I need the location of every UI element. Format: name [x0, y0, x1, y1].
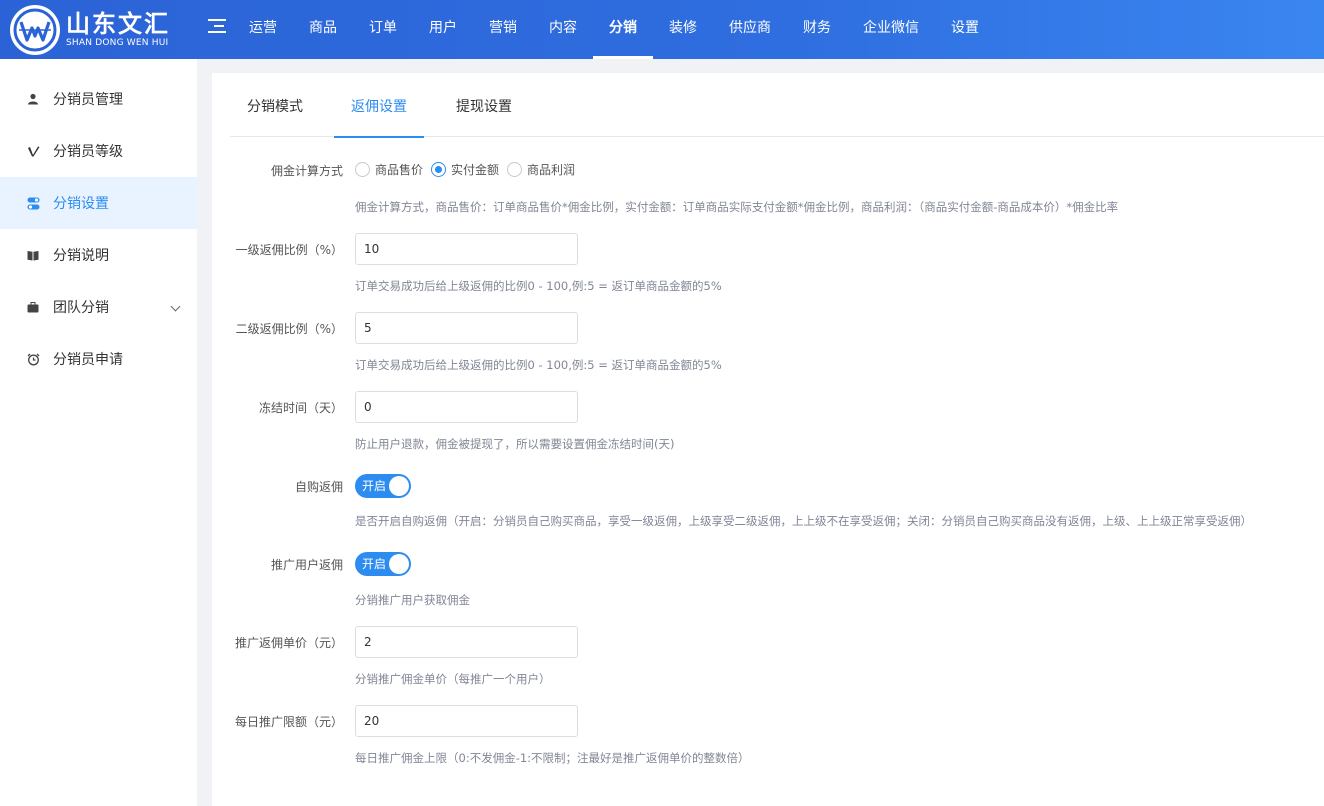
promote-price-hint: 分销推广佣金单价（每推广一个用户）: [355, 672, 551, 686]
level2-ratio-input[interactable]: [355, 312, 578, 344]
sidebar-item-label: 分销员等级: [53, 144, 123, 160]
freeze-days-input[interactable]: [355, 391, 578, 423]
tab-commission-settings[interactable]: 返佣设置: [334, 73, 424, 138]
self-purchase-hint: 是否开启自购返佣（开启：分销员自己购买商品，享受一级返佣，上级享受二级返佣，上上…: [355, 514, 1252, 528]
book-icon: [26, 248, 40, 262]
tab-withdrawal-settings[interactable]: 提现设置: [439, 73, 529, 137]
daily-limit-label: 每日推广限额（元）: [234, 715, 343, 729]
calc-method-label: 佣金计算方式: [270, 164, 343, 178]
menu-toggle-icon[interactable]: [208, 19, 226, 37]
sidebar-item-distributor-applications[interactable]: 分销员申请: [0, 333, 197, 385]
brand-name-en: SHAN DONG WEN HUI: [66, 38, 169, 48]
level2-ratio-hint: 订单交易成功后给上级返佣的比例0 - 100,例:5 = 返订单商品金额的5%: [355, 358, 722, 372]
tab-distribution-mode[interactable]: 分销模式: [230, 73, 320, 137]
promote-price-input[interactable]: [355, 626, 578, 658]
brand-name-cn: 山东文汇: [66, 10, 170, 38]
logo-emblem-icon: [10, 5, 60, 55]
user-icon: [26, 92, 40, 106]
top-nav: 运营 商品 订单 用户 营销 内容 分销 装修 供应商 财务 企业微信 设置: [233, 0, 995, 59]
sidebar-item-team-distribution[interactable]: 团队分销: [0, 281, 197, 333]
nav-item-orders[interactable]: 订单: [353, 0, 413, 59]
nav-item-operations[interactable]: 运营: [233, 0, 293, 59]
level1-ratio-input[interactable]: [355, 233, 578, 265]
daily-limit-hint: 每日推广佣金上限（0:不发佣金-1:不限制；注最好是推广返佣单价的整数倍）: [355, 751, 750, 765]
sidebar-item-label: 分销说明: [53, 248, 109, 264]
promote-user-hint: 分销推广用户获取佣金: [355, 593, 470, 607]
vimeo-v-icon: [26, 144, 40, 158]
briefcase-icon: [26, 300, 40, 314]
nav-item-wecom[interactable]: 企业微信: [847, 0, 935, 59]
promote-price-label: 推广返佣单价（元）: [234, 636, 343, 650]
top-header: 山东文汇 SHAN DONG WEN HUI 运营 商品 订单 用户 营销 内容…: [0, 0, 1324, 59]
nav-item-decoration[interactable]: 装修: [653, 0, 713, 59]
radio-paid-amount[interactable]: 实付金额: [431, 161, 499, 178]
radio-product-price[interactable]: 商品售价: [355, 161, 423, 178]
toggle-icon: [26, 196, 40, 210]
sidebar-item-label: 分销设置: [53, 196, 109, 212]
main-content: 分销模式 返佣设置 提现设置 佣金计算方式 商品售价 实付金额 商品利润 佣金计…: [212, 73, 1324, 806]
level1-ratio-hint: 订单交易成功后给上级返佣的比例0 - 100,例:5 = 返订单商品金额的5%: [355, 279, 722, 293]
settings-tabs: 分销模式 返佣设置 提现设置: [230, 73, 1324, 138]
nav-item-products[interactable]: 商品: [293, 0, 353, 59]
sidebar: 分销员管理 分销员等级 分销设置 分销说明 团队分销 分销员申请: [0, 59, 197, 806]
level2-ratio-label: 二级返佣比例（%）: [235, 322, 343, 336]
sidebar-item-distributor-management[interactable]: 分销员管理: [0, 73, 197, 125]
sidebar-item-distribution-settings[interactable]: 分销设置: [0, 177, 197, 229]
nav-item-marketing[interactable]: 营销: [473, 0, 533, 59]
alarm-clock-icon: [26, 352, 40, 366]
nav-item-distribution[interactable]: 分销: [593, 0, 653, 59]
self-purchase-label: 自购返佣: [294, 480, 343, 494]
calc-method-radio-group: 商品售价 实付金额 商品利润: [355, 161, 583, 178]
radio-product-profit[interactable]: 商品利润: [507, 161, 575, 178]
chevron-down-icon[interactable]: [170, 301, 181, 312]
sidebar-item-distribution-guide[interactable]: 分销说明: [0, 229, 197, 281]
nav-item-suppliers[interactable]: 供应商: [713, 0, 787, 59]
nav-item-finance[interactable]: 财务: [787, 0, 847, 59]
freeze-days-label: 冻结时间（天）: [258, 401, 343, 415]
sidebar-item-label: 分销员申请: [53, 352, 123, 368]
promote-user-switch[interactable]: 开启: [355, 552, 411, 576]
sidebar-item-distributor-levels[interactable]: 分销员等级: [0, 125, 197, 177]
freeze-days-hint: 防止用户退款，佣金被提现了，所以需要设置佣金冻结时间(天): [355, 437, 675, 451]
promote-user-label: 推广用户返佣: [270, 558, 343, 572]
sidebar-item-label: 团队分销: [53, 300, 109, 316]
brand-logo[interactable]: 山东文汇 SHAN DONG WEN HUI: [10, 5, 170, 55]
calc-method-hint: 佣金计算方式，商品售价：订单商品售价*佣金比例，实付金额：订单商品实际支付金额*…: [355, 200, 1119, 214]
nav-item-users[interactable]: 用户: [413, 0, 473, 59]
nav-item-content[interactable]: 内容: [533, 0, 593, 59]
level1-ratio-label: 一级返佣比例（%）: [235, 243, 343, 257]
sidebar-item-label: 分销员管理: [53, 92, 123, 108]
self-purchase-switch[interactable]: 开启: [355, 474, 411, 498]
daily-limit-input[interactable]: [355, 705, 578, 737]
nav-item-settings[interactable]: 设置: [935, 0, 995, 59]
